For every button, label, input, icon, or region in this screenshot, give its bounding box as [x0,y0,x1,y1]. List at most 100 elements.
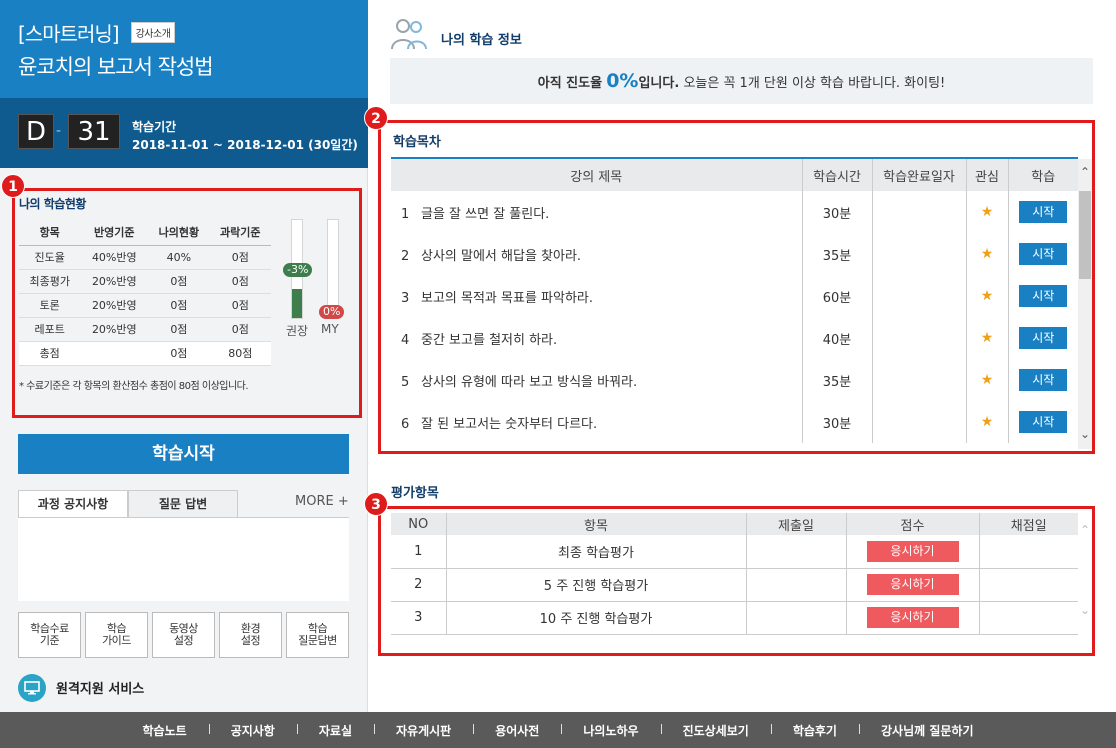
completion-criteria-button[interactable]: 학습수료 기준 [18,612,81,658]
header-lecture-title: 강의 제목 [391,158,802,191]
completion-date [871,275,966,317]
eval-no: 3 [391,601,446,635]
star-icon[interactable]: ★ [981,246,994,262]
chevron-down-icon[interactable]: ⌄ [1078,603,1092,617]
table-row: 2 5 주 진행 학습평가 응시하기 [391,568,1078,602]
start-learning-button[interactable]: 학습시작 [18,434,349,474]
start-lecture-button[interactable]: 시작 [1019,411,1068,433]
monitor-icon[interactable] [18,674,46,702]
header-graded: 채점일 [978,513,1078,535]
learning-guide-button[interactable]: 학습 가이드 [85,612,148,658]
period-label: 학습기간 [132,120,177,134]
study-cell: 시작 [1007,401,1078,443]
lecture-title-cell: 5 상사의 유형에 따라 보고 방식을 바꿔라. [391,359,802,401]
footer-link-glossary[interactable]: 용어사전 [473,722,561,739]
favorite-cell: ★ [965,275,1008,317]
chevron-down-icon[interactable]: ⌄ [1078,427,1092,441]
favorite-cell: ★ [965,359,1008,401]
instructor-intro-button[interactable]: 강사소개 [130,22,176,43]
cell: 0점 [148,341,210,366]
header-no: NO [391,513,446,535]
table-row: 5 상사의 유형에 따라 보고 방식을 바꿔라. 35분 ★ 시작 [391,359,1078,401]
eval-score-cell: 응시하기 [845,535,979,569]
eval-graded [978,568,1078,602]
table-row: 2 상사의 말에서 해답을 찾아라. 35분 ★ 시작 [391,233,1078,275]
eval-score-cell: 응시하기 [845,601,979,635]
footer-link-resources[interactable]: 자료실 [296,722,374,739]
learning-qna-button[interactable]: 학습 질문답변 [286,612,349,658]
more-link[interactable]: MORE + [295,494,349,509]
cell: 최종평가 [19,269,81,294]
study-time: 30분 [801,191,872,233]
total-row: 총점 0점 80점 [19,341,271,366]
footer-link-free-board[interactable]: 자유게시판 [373,722,473,739]
tab-course-notice[interactable]: 과정 공지사항 [18,490,128,518]
header-study: 학습 [1007,158,1078,191]
people-icon [390,18,430,50]
chevron-up-icon[interactable]: ⌃ [1078,165,1092,179]
remote-support-link[interactable]: 원격지원 서비스 [56,678,144,697]
star-icon[interactable]: ★ [981,288,994,304]
start-lecture-button[interactable]: 시작 [1019,327,1068,349]
eval-graded [978,535,1078,569]
take-exam-button[interactable]: 응시하기 [866,540,959,562]
dday-count: 31 [68,114,120,149]
lecture-number: 1 [401,206,410,222]
study-cell: 시작 [1007,275,1078,317]
recommended-gauge-tag: -3% [283,263,313,277]
start-lecture-button[interactable]: 시작 [1019,201,1068,223]
footer-link-reviews[interactable]: 학습후기 [770,722,859,739]
chevron-up-icon[interactable]: ⌃ [1078,523,1092,537]
environment-settings-button[interactable]: 환경 설정 [219,612,282,658]
cell: 0점 [209,245,271,270]
footer-link-ask-instructor[interactable]: 강사님께 질문하기 [858,722,996,739]
learning-status-title: 나의 학습현황 [19,197,86,211]
lecture-title: 잘 된 보고서는 숫자부터 다르다. [421,416,598,432]
star-icon[interactable]: ★ [981,330,994,346]
table-row: 최종평가 20%반영 0점 0점 [19,269,271,294]
dday-box: D - 31 학습기간 2018-11-01 ~ 2018-12-01 (30일… [0,98,368,168]
cell: 총점 [19,341,81,366]
eval-item: 5 주 진행 학습평가 [445,568,746,602]
evaluation-box: NO 항목 제출일 점수 채점일 1 최종 학습평가 응시하기 2 5 주 진행… [378,506,1095,656]
take-exam-button[interactable]: 응시하기 [866,607,959,628]
start-lecture-button[interactable]: 시작 [1019,243,1068,265]
cell: 20%반영 [80,317,149,342]
table-row: 1 최종 학습평가 응시하기 [391,535,1078,569]
star-icon[interactable]: ★ [981,414,994,430]
cell: 80점 [209,341,271,366]
table-row: 1 글을 잘 쓰면 잘 풀린다. 30분 ★ 시작 [391,191,1078,233]
table-row: 3 보고의 목적과 목표를 파악하라. 60분 ★ 시작 [391,275,1078,317]
cell: 20%반영 [80,293,149,318]
study-time: 30분 [801,401,872,443]
eval-submitted [745,601,846,635]
recommended-gauge-label: 권장 [286,324,309,338]
evaluation-scrollbar[interactable]: ⌃ ⌄ [1078,515,1092,635]
study-time: 40분 [801,317,872,359]
footer-link-progress-detail[interactable]: 진도상세보기 [660,722,771,739]
completion-date [871,401,966,443]
scrollbar-thumb[interactable] [1079,191,1091,279]
take-exam-button[interactable]: 응시하기 [866,574,959,595]
lecture-title-cell: 1 글을 잘 쓰면 잘 풀린다. [391,191,802,233]
start-lecture-button[interactable]: 시작 [1019,369,1068,391]
my-gauge-tag: 0% [319,305,345,319]
footer-link-knowhow[interactable]: 나의노하우 [561,722,660,739]
tab-qna[interactable]: 질문 답변 [128,490,238,518]
lecture-title: 중간 보고를 철저히 하라. [421,332,558,348]
footer-link-notes[interactable]: 학습노트 [121,722,209,739]
toc-scrollbar[interactable]: ⌃ ⌄ [1078,159,1092,449]
toc-table: 강의 제목 학습시간 학습완료일자 관심 학습 1 글을 잘 쓰면 잘 풀린다. … [391,157,1078,443]
completion-date [871,233,966,275]
start-lecture-button[interactable]: 시작 [1019,285,1068,307]
footer-link-notice[interactable]: 공지사항 [208,722,297,739]
star-icon[interactable]: ★ [981,372,994,388]
learning-info-title: 나의 학습 정보 [441,33,522,48]
star-icon[interactable]: ★ [981,204,994,220]
header-favorite: 관심 [965,158,1008,191]
my-gauge-label: MY [321,322,339,336]
header-completion-date: 학습완료일자 [871,158,966,191]
cell: 0점 [148,317,210,342]
eval-item: 10 주 진행 학습평가 [445,601,746,635]
video-settings-button[interactable]: 동영상 설정 [152,612,215,658]
